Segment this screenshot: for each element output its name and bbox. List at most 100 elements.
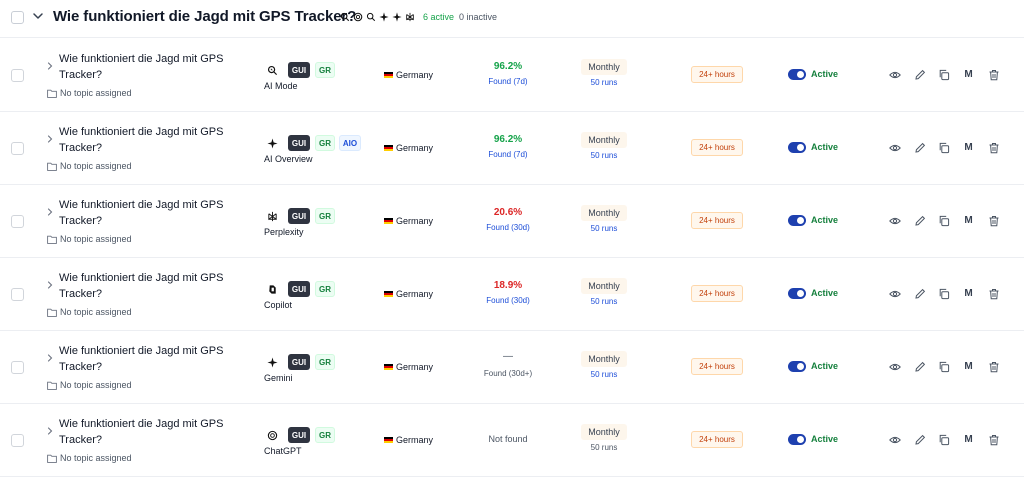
mode-button[interactable]: M [962,214,975,227]
gui-tag: GUI [288,135,310,151]
chevron-down-icon[interactable] [31,9,45,23]
group-select-checkbox[interactable] [11,11,24,24]
view-button[interactable] [888,287,901,300]
row-select-checkbox[interactable] [11,288,24,301]
view-button[interactable] [888,433,901,446]
delete-button[interactable] [987,433,1000,446]
prompt-text[interactable]: Wie funktioniert die Jagd mit GPS Tracke… [59,197,239,229]
mode-button[interactable]: M [962,433,975,446]
edit-button[interactable] [913,68,926,81]
edit-button[interactable] [913,287,926,300]
row-select-checkbox[interactable] [11,361,24,374]
active-toggle[interactable] [788,434,806,445]
trash-icon [989,434,998,445]
topic-label[interactable]: No topic assigned [47,88,132,98]
mode-button[interactable]: M [962,287,975,300]
delete-button[interactable] [987,141,1000,154]
trash-icon [989,288,998,299]
delete-button[interactable] [987,360,1000,373]
duplicate-button[interactable] [937,214,950,227]
found-link[interactable]: Found (30d) [458,296,558,305]
active-toggle[interactable] [788,361,806,372]
chevron-right-icon[interactable] [46,61,54,71]
active-toggle[interactable] [788,288,806,299]
status-label: Active [811,361,839,371]
chevron-right-icon[interactable] [46,353,54,363]
aio-tag: AIO [339,135,361,151]
ai-mode-search-icon [265,63,279,77]
delete-button[interactable] [987,68,1000,81]
germany-flag-icon [384,363,393,371]
age-badge: 24+ hours [691,212,743,229]
duplicate-button[interactable] [937,141,950,154]
duplicate-button[interactable] [937,287,950,300]
topic-label[interactable]: No topic assigned [47,307,132,317]
prompt-text[interactable]: Wie funktioniert die Jagd mit GPS Tracke… [59,416,239,448]
chevron-right-icon[interactable] [46,426,54,436]
prompt-row[interactable]: Wie funktioniert die Jagd mit GPS Tracke… [0,39,1024,112]
prompt-row[interactable]: Wie funktioniert die Jagd mit GPS Tracke… [0,404,1024,477]
ai-overview-sparkle-icon [379,12,389,22]
mode-button[interactable]: M [962,360,975,373]
mode-button[interactable]: M [962,141,975,154]
runs-count: 50 runs [590,78,618,87]
chatgpt-icon [353,12,363,22]
folder-icon [47,454,57,463]
prompt-row[interactable]: Wie funktioniert die Jagd mit GPS Tracke… [0,112,1024,185]
prompt-text[interactable]: Wie funktioniert die Jagd mit GPS Tracke… [59,51,239,83]
mode-button[interactable]: M [962,68,975,81]
prompt-text[interactable]: Wie funktioniert die Jagd mit GPS Tracke… [59,270,239,302]
topic-label[interactable]: No topic assigned [47,234,132,244]
edit-button[interactable] [913,360,926,373]
view-button[interactable] [888,214,901,227]
active-toggle[interactable] [788,142,806,153]
view-button[interactable] [888,141,901,154]
eye-icon [888,436,901,443]
visibility-value: 96.2% [493,134,523,145]
trash-icon [989,69,998,80]
prompt-row[interactable]: Wie funktioniert die Jagd mit GPS Tracke… [0,185,1024,258]
active-toggle[interactable] [788,215,806,226]
delete-button[interactable] [987,214,1000,227]
group-title: Wie funktioniert die Jagd mit GPS Tracke… [53,8,357,25]
topic-text: No topic assigned [60,453,132,463]
gr-tag: GR [315,208,335,224]
edit-button[interactable] [913,214,926,227]
view-button[interactable] [888,68,901,81]
chevron-right-icon[interactable] [46,134,54,144]
prompt-text[interactable]: Wie funktioniert die Jagd mit GPS Tracke… [59,343,239,375]
row-select-checkbox[interactable] [11,69,24,82]
found-link[interactable]: Found (30d) [458,223,558,232]
visibility-value: 96.2% [493,61,523,72]
duplicate-button[interactable] [937,68,950,81]
copy-icon [939,142,949,153]
duplicate-button[interactable] [937,360,950,373]
delete-button[interactable] [987,287,1000,300]
prompt-text[interactable]: Wie funktioniert die Jagd mit GPS Tracke… [59,124,239,156]
gemini-sparkle-icon [265,355,279,369]
edit-button[interactable] [913,141,926,154]
topic-label[interactable]: No topic assigned [47,380,132,390]
topic-text: No topic assigned [60,307,132,317]
found-link[interactable]: Found (7d) [458,77,558,86]
prompt-row[interactable]: Wie funktioniert die Jagd mit GPS Tracke… [0,258,1024,331]
frequency-badge: Monthly [581,59,627,75]
row-select-checkbox[interactable] [11,142,24,155]
row-select-checkbox[interactable] [11,434,24,447]
chevron-right-icon[interactable] [46,280,54,290]
view-button[interactable] [888,360,901,373]
topic-label[interactable]: No topic assigned [47,161,132,171]
edit-button[interactable] [913,433,926,446]
topic-label[interactable]: No topic assigned [47,453,132,463]
duplicate-button[interactable] [937,433,950,446]
perplexity-icon [406,12,414,22]
prompt-row[interactable]: Wie funktioniert die Jagd mit GPS Tracke… [0,331,1024,404]
runs-count: 50 runs [590,297,618,306]
status-label: Active [811,434,839,444]
found-link[interactable]: Found (30d+) [458,369,558,378]
row-select-checkbox[interactable] [11,215,24,228]
folder-icon [47,235,57,244]
chevron-right-icon[interactable] [46,207,54,217]
active-toggle[interactable] [788,69,806,80]
found-link[interactable]: Found (7d) [458,150,558,159]
